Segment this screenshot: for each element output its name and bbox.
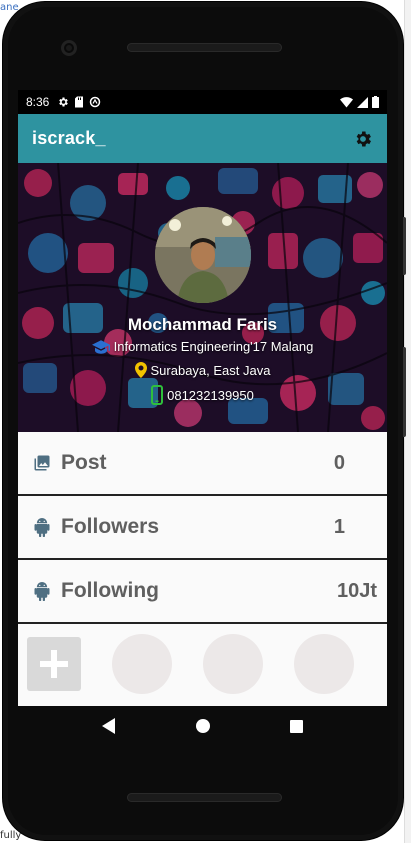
status-bar: 8:36 xyxy=(18,90,387,114)
story-circle[interactable] xyxy=(112,634,172,694)
education-row: Informatics Engineering'17 Malang xyxy=(18,339,387,354)
avatar[interactable] xyxy=(155,207,251,303)
back-button[interactable] xyxy=(101,718,117,734)
app-bar: iscrack_ xyxy=(18,114,387,163)
background-ide-text: fully xyxy=(0,830,22,841)
image-icon xyxy=(34,455,50,471)
location-row: Surabaya, East Java xyxy=(18,362,387,378)
profile-header: Mochammad Faris Informatics Engineering'… xyxy=(18,163,387,432)
system-navigation-bar xyxy=(18,706,387,746)
location-text: Surabaya, East Java xyxy=(150,362,271,378)
android-icon xyxy=(34,518,50,537)
profile-name: Mochammad Faris xyxy=(127,315,278,334)
stat-value: 10Jt xyxy=(336,579,377,602)
profile-photo xyxy=(155,207,251,303)
phone-row: 081232139950 xyxy=(18,385,387,405)
plus-icon xyxy=(40,650,68,678)
stat-label: Post xyxy=(61,451,107,474)
sd-card-icon xyxy=(75,96,84,108)
back-triangle-icon xyxy=(101,718,115,734)
location-pin-icon xyxy=(134,362,147,378)
story-circle[interactable] xyxy=(203,634,263,694)
phone-text: 081232139950 xyxy=(167,387,254,403)
front-camera xyxy=(61,40,77,56)
background-ide-text: ane xyxy=(0,2,19,13)
settings-button[interactable] xyxy=(351,127,375,151)
bottom-speaker xyxy=(127,793,282,802)
story-circle[interactable] xyxy=(294,634,354,694)
app-screen: 8:36 iscrack_ Mochammad Faris Informatic… xyxy=(18,90,387,706)
recents-button[interactable] xyxy=(289,718,305,734)
app-title: iscrack_ xyxy=(32,128,106,148)
stat-label: Followers xyxy=(61,515,160,538)
power-button[interactable] xyxy=(403,347,406,437)
stat-label: Following xyxy=(61,579,159,602)
signal-icon xyxy=(357,96,368,108)
volume-button[interactable] xyxy=(403,217,406,275)
earpiece-speaker xyxy=(127,43,282,52)
graduation-cap-icon xyxy=(91,339,110,354)
add-button[interactable] xyxy=(27,637,81,691)
status-time: 8:36 xyxy=(26,95,50,109)
stat-row-followers[interactable]: Followers 1 xyxy=(18,496,387,560)
data-saver-icon xyxy=(90,96,101,108)
home-circle-icon xyxy=(195,719,210,733)
story-strip xyxy=(18,624,387,704)
gear-icon xyxy=(356,131,371,146)
stat-value: 1 xyxy=(333,515,345,538)
recents-square-icon xyxy=(290,719,303,733)
battery-icon xyxy=(372,96,379,108)
stat-row-following[interactable]: Following 10Jt xyxy=(18,560,387,624)
settings-notification-icon xyxy=(59,97,69,107)
android-icon xyxy=(34,582,50,601)
education-text: Informatics Engineering'17 Malang xyxy=(113,339,314,354)
wifi-icon xyxy=(340,96,353,107)
stat-value: 0 xyxy=(333,451,345,474)
stat-row-post[interactable]: Post 0 xyxy=(18,432,387,496)
home-button[interactable] xyxy=(195,718,211,734)
smartphone-icon xyxy=(151,385,164,405)
